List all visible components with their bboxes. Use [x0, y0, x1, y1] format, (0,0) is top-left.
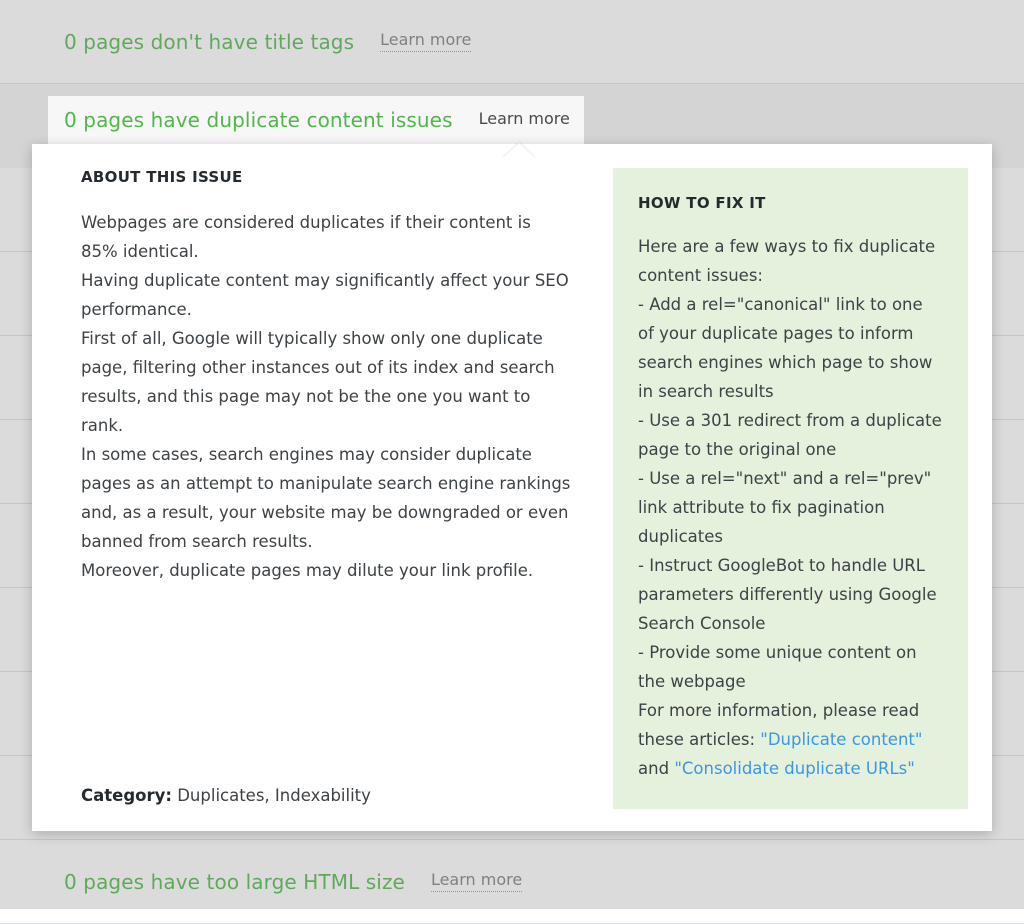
how-to-fix-item: - Use a rel="next" and a rel="prev" link… [638, 464, 942, 551]
issue-row-active[interactable]: 0 pages have duplicate content issues Le… [48, 96, 584, 144]
issue-row[interactable]: 0 pages don't have title tags Learn more [0, 0, 1024, 84]
active-learn-more-link[interactable]: Learn more [479, 110, 570, 130]
how-to-fix-intro: Here are a few ways to fix duplicate con… [638, 232, 942, 290]
learn-more-link[interactable]: Learn more [380, 31, 471, 52]
about-text: Webpages are considered duplicates if th… [81, 208, 571, 585]
issue-row[interactable]: 0 pages have too large HTML size Learn m… [0, 840, 1024, 924]
about-paragraph: First of all, Google will typically show… [81, 324, 571, 440]
category-value: Duplicates, Indexability [177, 786, 371, 805]
category-footer: Category: Duplicates, Indexability [32, 770, 992, 831]
about-heading: ABOUT THIS ISSUE [81, 168, 571, 186]
category-label: Category: [81, 786, 172, 805]
about-paragraph: In some cases, search engines may consid… [81, 440, 571, 556]
about-this-issue-section: ABOUT THIS ISSUE Webpages are considered… [56, 168, 595, 585]
how-to-fix-item: - Instruct GoogleBot to handle URL param… [638, 551, 942, 638]
popup-body: ABOUT THIS ISSUE Webpages are considered… [32, 144, 992, 770]
issue-detail-popup: ABOUT THIS ISSUE Webpages are considered… [32, 144, 992, 831]
how-to-fix-heading: HOW TO FIX IT [638, 194, 942, 212]
issue-row-title: 0 pages have too large HTML size [64, 870, 405, 894]
issue-row-title: 0 pages don't have title tags [64, 30, 354, 54]
about-paragraph: Webpages are considered duplicates if th… [81, 208, 571, 266]
duplicate-content-article-link[interactable]: "Duplicate content" [760, 730, 922, 749]
about-paragraph: Having duplicate content may significant… [81, 266, 571, 324]
how-to-fix-text: Here are a few ways to fix duplicate con… [638, 232, 942, 783]
learn-more-link[interactable]: Learn more [431, 871, 522, 892]
how-to-fix-item: - Use a 301 redirect from a duplicate pa… [638, 406, 942, 464]
active-issue-title: 0 pages have duplicate content issues [64, 108, 453, 132]
how-to-fix-item: - Add a rel="canonical" link to one of y… [638, 290, 942, 406]
popup-pointer-arrow-icon [502, 143, 536, 159]
how-to-fix-section: HOW TO FIX IT Here are a few ways to fix… [613, 168, 968, 809]
how-to-fix-item: - Provide some unique content on the web… [638, 638, 942, 696]
about-paragraph: Moreover, duplicate pages may dilute you… [81, 556, 571, 585]
